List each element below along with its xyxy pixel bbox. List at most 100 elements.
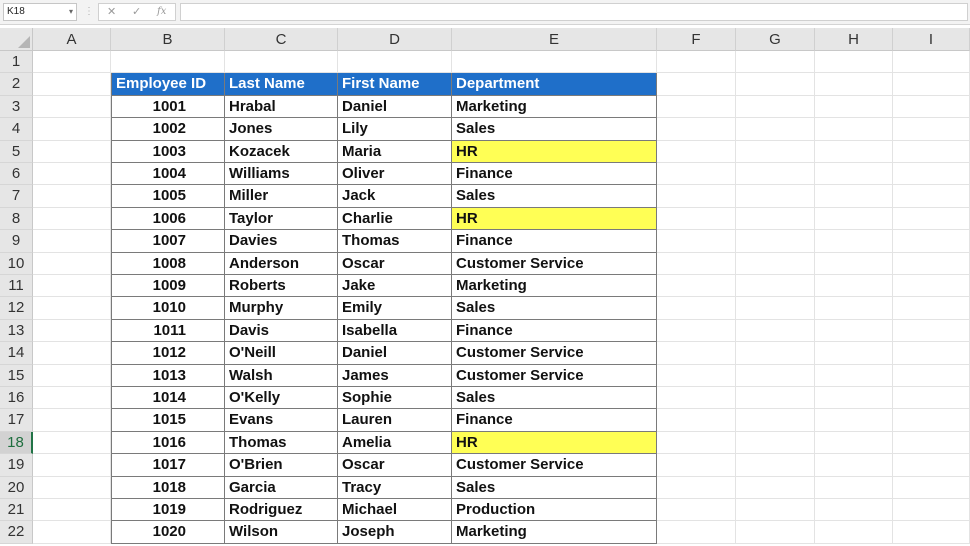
cell-last-name[interactable]: Evans [225,409,338,432]
cell-first-name[interactable]: Jack [338,185,452,208]
cell-last-name[interactable]: Murphy [225,297,338,320]
cancel-icon[interactable]: ✕ [107,5,116,19]
cell-employee-id[interactable]: 1012 [111,342,225,365]
cell-department[interactable]: Marketing [452,521,657,544]
cell-first-name[interactable]: Maria [338,140,452,163]
cell-first-name[interactable]: Daniel [338,95,452,119]
row-header-22[interactable]: 22 [0,521,33,544]
cell-last-name[interactable]: Miller [225,185,338,208]
cell-employee-id[interactable]: 1016 [111,431,225,455]
column-header-f[interactable]: F [657,28,736,51]
cell-department[interactable]: Customer Service [452,252,657,275]
cell-department[interactable]: Marketing [452,95,657,119]
header-last-name[interactable]: Last Name [225,73,338,96]
cell-department[interactable]: Production [452,499,657,522]
cell-last-name[interactable]: Williams [225,163,338,186]
row-header-15[interactable]: 15 [0,364,33,387]
cell-last-name[interactable]: Kozacek [225,140,338,163]
row-header-7[interactable]: 7 [0,185,33,208]
formula-input[interactable] [180,3,968,21]
cell-employee-id[interactable]: 1004 [111,163,225,186]
row-header-17[interactable]: 17 [0,409,33,432]
cell-employee-id[interactable]: 1003 [111,140,225,163]
cell-department[interactable]: HR [452,140,657,163]
cell-first-name[interactable]: Isabella [338,319,452,343]
row-header-6[interactable]: 6 [0,163,33,186]
column-header-a[interactable]: A [33,28,111,51]
function-icon[interactable]: fx [157,5,166,19]
cell-first-name[interactable]: Daniel [338,342,452,365]
row-header-4[interactable]: 4 [0,118,33,141]
row-header-19[interactable]: 19 [0,454,33,477]
cell-last-name[interactable]: Anderson [225,252,338,275]
cell-last-name[interactable]: Rodriguez [225,499,338,522]
cell-last-name[interactable]: O'Neill [225,342,338,365]
cell-department[interactable]: Sales [452,118,657,141]
row-header-18[interactable]: 18 [0,431,33,455]
cell-first-name[interactable]: Tracy [338,476,452,499]
cell-employee-id[interactable]: 1006 [111,207,225,231]
cell-department[interactable]: Finance [452,230,657,253]
cell-department[interactable]: HR [452,431,657,455]
cell-employee-id[interactable]: 1013 [111,364,225,387]
cell-employee-id[interactable]: 1014 [111,387,225,410]
cell-department[interactable]: Sales [452,185,657,208]
cell-department[interactable]: Customer Service [452,342,657,365]
cell-employee-id[interactable]: 1010 [111,297,225,320]
cell-department[interactable]: Finance [452,163,657,186]
cell-employee-id[interactable]: 1008 [111,252,225,275]
cell-first-name[interactable]: Michael [338,499,452,522]
cell-last-name[interactable]: Roberts [225,275,338,298]
row-header-9[interactable]: 9 [0,230,33,253]
cell-last-name[interactable]: Davis [225,319,338,343]
cell-first-name[interactable]: Oliver [338,163,452,186]
row-header-20[interactable]: 20 [0,476,33,499]
cell-first-name[interactable]: Oscar [338,252,452,275]
row-header-1[interactable]: 1 [0,51,33,74]
cell-employee-id[interactable]: 1015 [111,409,225,432]
cell-last-name[interactable]: Taylor [225,207,338,231]
row-header-14[interactable]: 14 [0,342,33,365]
cell-last-name[interactable]: Thomas [225,431,338,455]
cell-first-name[interactable]: Jake [338,275,452,298]
cell-first-name[interactable]: Thomas [338,230,452,253]
column-header-b[interactable]: B [111,28,225,51]
row-header-2[interactable]: 2 [0,73,33,96]
cell-first-name[interactable]: James [338,364,452,387]
cell-last-name[interactable]: Jones [225,118,338,141]
column-header-e[interactable]: E [452,28,657,51]
cell-first-name[interactable]: Joseph [338,521,452,544]
name-box[interactable]: K18 ▾ [3,3,77,21]
cell-department[interactable]: Customer Service [452,364,657,387]
cell-employee-id[interactable]: 1020 [111,521,225,544]
cell-department[interactable]: Sales [452,297,657,320]
chevron-down-icon[interactable]: ▾ [69,4,73,20]
cell-first-name[interactable]: Lily [338,118,452,141]
select-all-button[interactable] [0,28,33,51]
drag-handle-icon[interactable]: ⋮ [84,6,94,18]
cell-department[interactable]: HR [452,207,657,231]
cell-last-name[interactable]: Walsh [225,364,338,387]
cell-last-name[interactable]: Davies [225,230,338,253]
cell-last-name[interactable]: Hrabal [225,95,338,119]
row-header-16[interactable]: 16 [0,387,33,410]
cell-employee-id[interactable]: 1019 [111,499,225,522]
cell-employee-id[interactable]: 1011 [111,319,225,343]
header-first-name[interactable]: First Name [338,73,452,96]
cell-last-name[interactable]: O'Brien [225,454,338,477]
cell-employee-id[interactable]: 1002 [111,118,225,141]
cell-employee-id[interactable]: 1005 [111,185,225,208]
cell-first-name[interactable]: Oscar [338,454,452,477]
row-header-10[interactable]: 10 [0,252,33,275]
cell-department[interactable]: Finance [452,409,657,432]
row-header-8[interactable]: 8 [0,207,33,231]
cell-department[interactable]: Sales [452,387,657,410]
header-employee-id[interactable]: Employee ID [111,73,225,96]
cell-first-name[interactable]: Sophie [338,387,452,410]
cell-first-name[interactable]: Amelia [338,431,452,455]
row-header-5[interactable]: 5 [0,140,33,163]
cell-first-name[interactable]: Emily [338,297,452,320]
cell-department[interactable]: Customer Service [452,454,657,477]
row-header-12[interactable]: 12 [0,297,33,320]
cell-employee-id[interactable]: 1017 [111,454,225,477]
